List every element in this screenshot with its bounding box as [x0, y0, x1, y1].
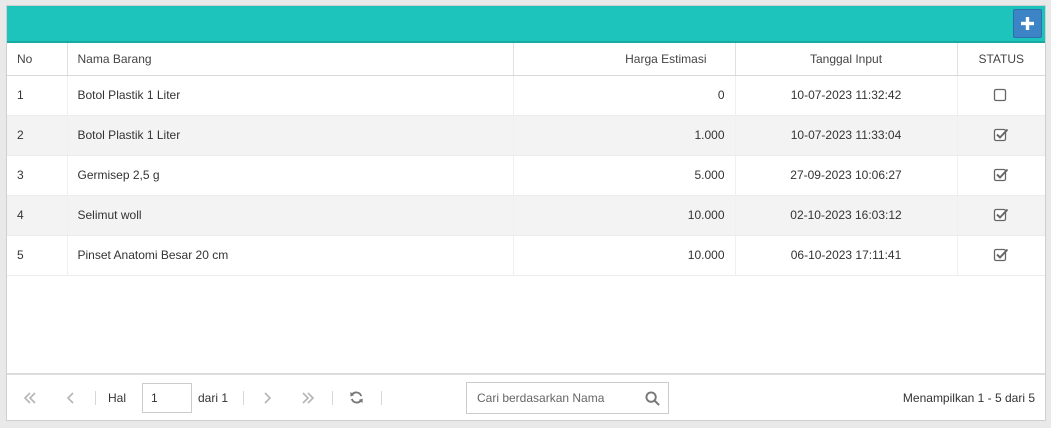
cell-price: 10.000: [513, 195, 736, 236]
refresh-button[interactable]: [349, 375, 364, 420]
cell-date: 02-10-2023 16:03:12: [735, 195, 958, 236]
cell-status: [957, 115, 1045, 156]
cell-name: Botol Plastik 1 Liter: [67, 75, 514, 116]
status-checkbox-icon[interactable]: [993, 127, 1009, 143]
search-box: [466, 382, 669, 414]
chevron-left-icon: [66, 391, 74, 404]
double-chevron-right-icon: [302, 391, 315, 404]
cell-date: 06-10-2023 17:11:41: [735, 235, 958, 276]
last-page-button[interactable]: [301, 375, 315, 420]
cell-price: 10.000: [513, 235, 736, 276]
cell-no: 2: [7, 115, 68, 156]
items-table: No Nama Barang Harga Estimasi Tanggal In…: [7, 43, 1045, 276]
cell-no: 3: [7, 155, 68, 196]
cell-status: [957, 155, 1045, 196]
page-label: Hal: [108, 390, 127, 405]
search-input[interactable]: [467, 384, 647, 412]
divider: [243, 391, 244, 405]
table-row[interactable]: 3 Germisep 2,5 g 5.000 27-09-2023 10:06:…: [7, 155, 1045, 196]
plus-icon: [1021, 17, 1034, 30]
column-header-price[interactable]: Harga Estimasi: [513, 43, 736, 76]
status-checkbox-icon[interactable]: [993, 167, 1009, 183]
cell-date: 27-09-2023 10:06:27: [735, 155, 958, 196]
table-row[interactable]: 4 Selimut woll 10.000 02-10-2023 16:03:1…: [7, 195, 1045, 236]
refresh-icon: [350, 391, 363, 404]
cell-status: [957, 195, 1045, 236]
column-header-name[interactable]: Nama Barang: [67, 43, 514, 76]
pagination-bar: Hal dari 1: [7, 373, 1045, 420]
cell-no: 5: [7, 235, 68, 276]
cell-date: 10-07-2023 11:32:42: [735, 75, 958, 116]
column-header-no[interactable]: No: [7, 43, 68, 76]
grid-panel: No Nama Barang Harga Estimasi Tanggal In…: [6, 5, 1046, 421]
search-icon[interactable]: [645, 391, 660, 406]
cell-no: 4: [7, 195, 68, 236]
cell-status: [957, 235, 1045, 276]
page-number-input[interactable]: [142, 382, 192, 413]
table-header-row: No Nama Barang Harga Estimasi Tanggal In…: [7, 43, 1045, 76]
cell-name: Germisep 2,5 g: [67, 155, 514, 196]
cell-no: 1: [7, 75, 68, 116]
divider: [332, 391, 333, 405]
cell-price: 0: [513, 75, 736, 116]
first-page-button[interactable]: [23, 375, 37, 420]
cell-date: 10-07-2023 11:33:04: [735, 115, 958, 156]
cell-status: [957, 75, 1045, 116]
status-checkbox-icon[interactable]: [993, 247, 1009, 263]
cell-price: 5.000: [513, 155, 736, 196]
divider: [95, 391, 96, 405]
table-row[interactable]: 5 Pinset Anatomi Besar 20 cm 10.000 06-1…: [7, 235, 1045, 276]
column-header-date[interactable]: Tanggal Input: [735, 43, 958, 76]
prev-page-button[interactable]: [66, 375, 76, 420]
chevron-right-icon: [264, 391, 272, 404]
double-chevron-left-icon: [23, 391, 36, 404]
add-button[interactable]: [1013, 9, 1042, 38]
cell-price: 1.000: [513, 115, 736, 156]
next-page-button[interactable]: [262, 375, 272, 420]
toolbar: [7, 6, 1045, 43]
cell-name: Botol Plastik 1 Liter: [67, 115, 514, 156]
column-header-status[interactable]: STATUS: [957, 43, 1045, 76]
status-checkbox-icon[interactable]: [993, 207, 1009, 223]
cell-name: Pinset Anatomi Besar 20 cm: [67, 235, 514, 276]
status-checkbox-icon[interactable]: [993, 87, 1009, 103]
table-row[interactable]: 1 Botol Plastik 1 Liter 0 10-07-2023 11:…: [7, 75, 1045, 116]
page-count-label: dari 1: [198, 390, 229, 405]
table-row[interactable]: 2 Botol Plastik 1 Liter 1.000 10-07-2023…: [7, 115, 1045, 156]
divider: [381, 391, 382, 405]
records-summary: Menampilkan 1 - 5 dari 5: [902, 390, 1035, 405]
cell-name: Selimut woll: [67, 195, 514, 236]
